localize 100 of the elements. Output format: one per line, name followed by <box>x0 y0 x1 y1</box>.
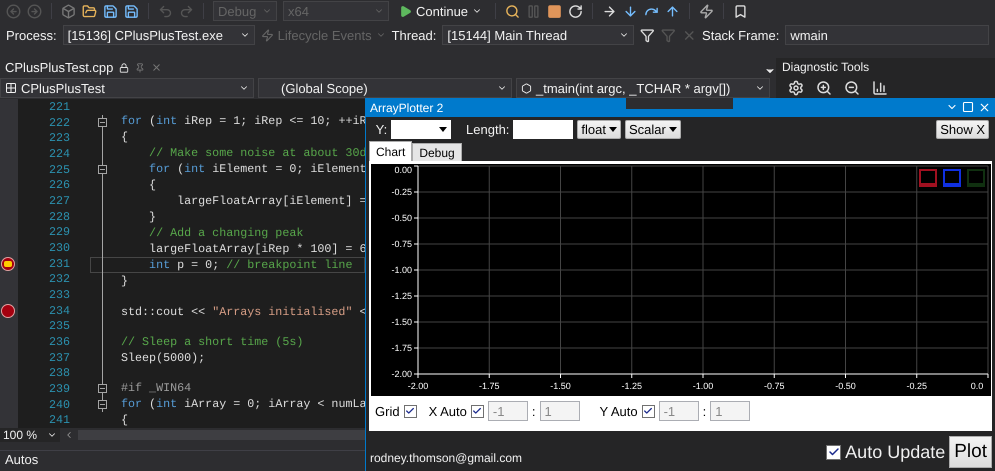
project-dropdown[interactable]: CPlusPlusTest <box>0 78 254 98</box>
line-number: 234 <box>48 304 70 318</box>
line-number: 235 <box>48 319 70 334</box>
y-tick-label: 0.00 <box>394 165 412 175</box>
x-tick-label: -1.75 <box>479 381 500 391</box>
legend-swatch[interactable] <box>943 169 961 187</box>
legend-swatch[interactable] <box>967 169 985 187</box>
settings-icon[interactable] <box>788 80 804 96</box>
caret-icon <box>609 126 617 132</box>
check-icon <box>405 406 416 416</box>
y-label: Y: <box>374 122 388 136</box>
search-icon[interactable] <box>505 4 520 18</box>
current-breakpoint-icon[interactable] <box>1 256 15 271</box>
zoom-dropdown[interactable]: 100 % <box>0 428 60 442</box>
range-separator: : <box>532 404 536 418</box>
line-number: 236 <box>48 334 70 349</box>
save-icon[interactable] <box>103 4 118 18</box>
drag-handle[interactable] <box>626 98 733 109</box>
option-label: Grid <box>375 404 400 418</box>
checkbox[interactable] <box>642 404 655 418</box>
line-number: 221 <box>48 100 70 114</box>
x-tick-label: -1.25 <box>622 381 642 391</box>
line-number: 237 <box>48 350 70 365</box>
y-tick-label: -0.75 <box>391 239 412 249</box>
y-tick-label: -0.50 <box>391 213 412 223</box>
arrow-right-icon[interactable] <box>602 4 618 18</box>
collapse-icon[interactable] <box>98 400 107 410</box>
code-line: // Add a changing peak <box>148 226 304 240</box>
pin-icon[interactable] <box>135 62 146 72</box>
check-icon <box>643 406 654 416</box>
code-line: { <box>121 413 128 428</box>
collapse-icon[interactable] <box>98 165 107 174</box>
line-number: 238 <box>48 366 70 380</box>
y-tick-label: -1.00 <box>391 265 412 275</box>
bookmark-icon[interactable] <box>733 4 748 18</box>
x-tick-label: -0.50 <box>835 381 856 391</box>
plot-button[interactable]: Plot <box>949 436 992 468</box>
y-tick-label: -1.75 <box>391 343 412 353</box>
save-all-icon[interactable] <box>124 4 139 18</box>
cube-icon[interactable] <box>61 4 76 18</box>
x-tick-label: -2.00 <box>408 381 428 391</box>
code-line: // Sleep a short time (5s) <box>121 334 304 349</box>
code-line: for (int iElement = 0; iElement <box>148 162 367 176</box>
step-into-icon[interactable] <box>623 4 638 18</box>
code-line: } <box>121 274 128 288</box>
bar-chart-icon[interactable] <box>872 80 888 96</box>
folder-icon[interactable] <box>82 4 97 18</box>
line-number: 226 <box>48 178 70 192</box>
type-dropdown[interactable]: float <box>577 120 621 138</box>
checkbox[interactable] <box>470 404 484 418</box>
member-dropdown[interactable]: _tmain(int argc, _TCHAR * argv[]) <box>516 78 770 98</box>
x-tick-label: 0.0 <box>970 381 984 391</box>
auto-update-label: Auto Update <box>845 442 946 462</box>
breakpoint-icon[interactable] <box>1 304 15 318</box>
code-line: Sleep(5000); <box>121 350 206 365</box>
tab[interactable]: Chart <box>369 141 412 161</box>
stop-icon[interactable] <box>547 4 562 18</box>
stack-frame-label: Stack Frame: <box>702 28 780 42</box>
check-icon <box>472 406 482 416</box>
code-line: int p = 0; // breakpoint line <box>148 258 352 272</box>
caret-icon <box>439 126 448 132</box>
y-dropdown[interactable] <box>391 120 452 138</box>
lock-icon <box>119 62 130 72</box>
horizontal-scrollbar[interactable] <box>78 430 365 440</box>
length-field[interactable] <box>513 120 574 138</box>
tab[interactable]: Debug <box>412 143 462 161</box>
scope-dropdown[interactable]: (Global Scope) <box>258 78 512 98</box>
y-tick-label: -1.50 <box>391 317 412 327</box>
line-number: 241 <box>48 413 70 428</box>
line-number: 222 <box>48 116 70 130</box>
close-icon[interactable] <box>151 62 162 73</box>
line-number: 231 <box>48 256 70 271</box>
code-line: for (int iArray = 0; iArray < numLa <box>121 397 366 412</box>
length-label: Length: <box>465 122 510 136</box>
stack-frame-field[interactable]: wmain <box>785 25 990 45</box>
step-out-icon[interactable] <box>665 4 680 18</box>
email-text: rodney.thomson@gmail.com <box>370 451 522 467</box>
close-icon[interactable] <box>978 101 991 114</box>
restart-icon[interactable] <box>568 4 584 18</box>
x-tick-label: -0.25 <box>906 381 927 391</box>
window-title: ArrayPlotter 2 <box>370 100 444 114</box>
checkbox[interactable] <box>826 444 842 460</box>
zoom-out-icon[interactable] <box>844 80 860 96</box>
line-number: 233 <box>48 288 70 302</box>
zoom-in-icon[interactable] <box>816 80 832 96</box>
mode-dropdown[interactable]: Scalar <box>625 120 681 138</box>
collapse-icon[interactable] <box>98 118 107 127</box>
maximize-icon[interactable] <box>962 101 974 113</box>
show-x-button[interactable]: Show X <box>936 120 989 138</box>
collapse-icon[interactable] <box>98 384 107 394</box>
continue-button[interactable]: Continue <box>395 4 486 18</box>
diagnostic-tools-title: Diagnostic Tools <box>782 59 870 74</box>
legend-swatch[interactable] <box>919 169 937 187</box>
thread-label: Thread: <box>392 28 436 42</box>
member-icon <box>521 82 532 94</box>
process-dropdown[interactable]: [15136] CPlusPlusTest.exe <box>62 25 255 45</box>
code-line: { <box>148 178 156 192</box>
bolt-icon[interactable] <box>699 4 714 18</box>
checkbox[interactable] <box>404 404 417 418</box>
thread-dropdown[interactable]: [15144] Main Thread <box>442 25 634 45</box>
